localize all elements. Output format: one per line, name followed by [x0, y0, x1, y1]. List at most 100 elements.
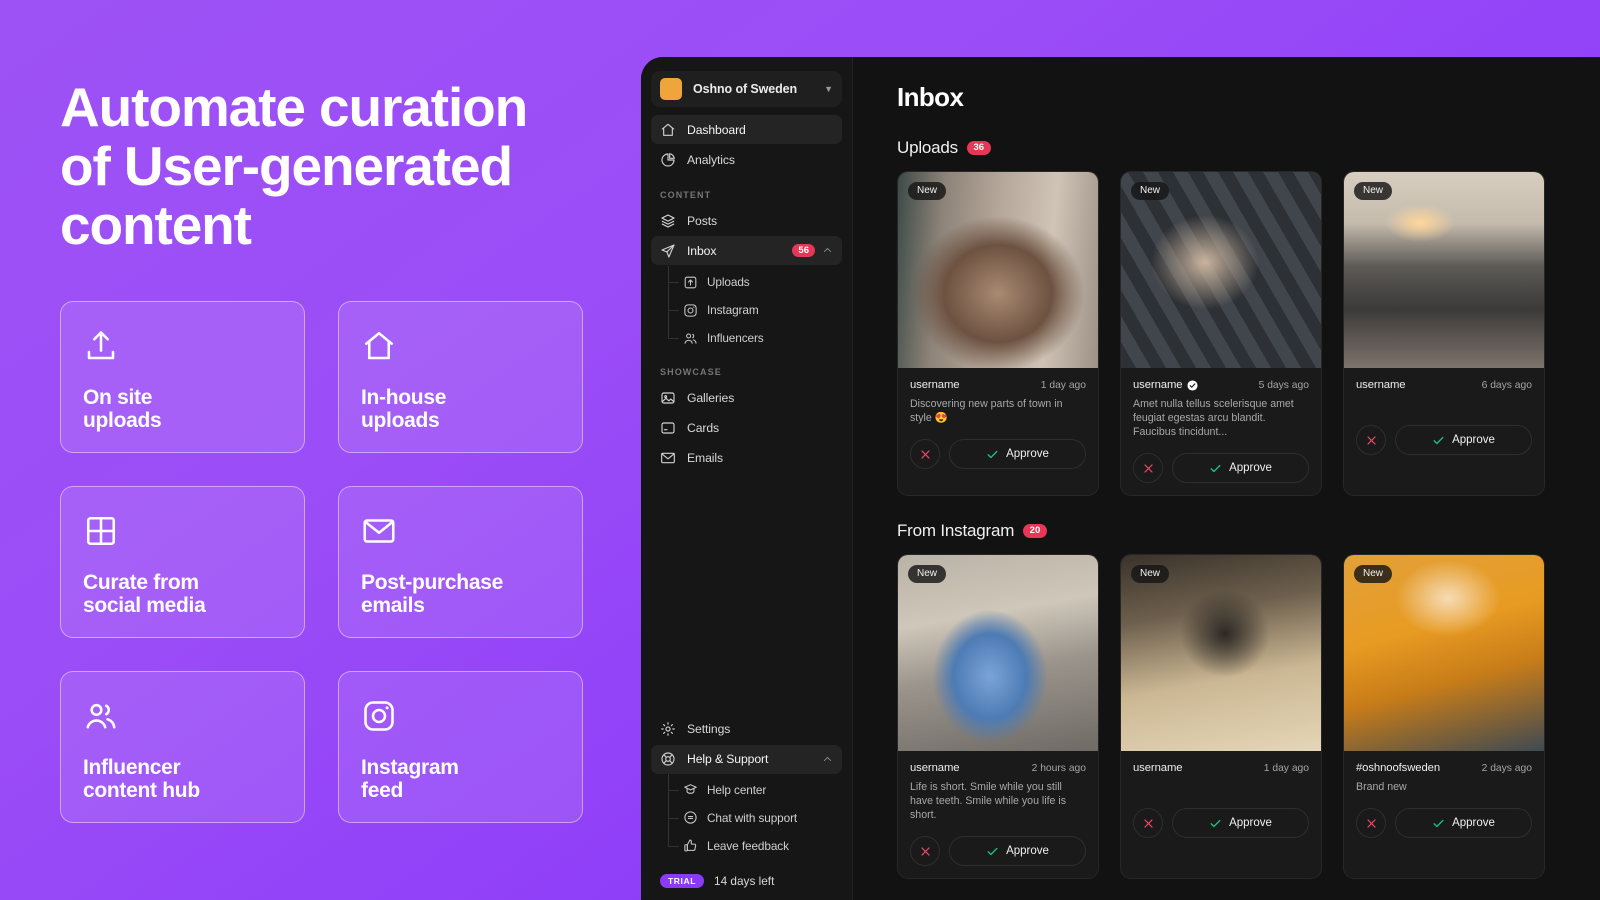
- card-username: username: [1133, 762, 1183, 774]
- page-title: Inbox: [897, 82, 964, 112]
- sidebar-item-dashboard[interactable]: Dashboard: [651, 115, 842, 144]
- card-row: New username 2 hours ago Life is short. Smi…: [897, 554, 1600, 879]
- reject-button[interactable]: [1356, 808, 1386, 838]
- card-meta: username 1 day ago: [1133, 762, 1309, 774]
- reject-button[interactable]: [1133, 453, 1163, 483]
- sidebar-item-settings[interactable]: Settings: [651, 715, 842, 744]
- feature-card-label: In-house uploads: [361, 386, 447, 432]
- content-card[interactable]: New username 2 hours ago Life is short. Smi…: [897, 554, 1099, 879]
- card-photo: [1121, 555, 1321, 751]
- content-card[interactable]: New username 5 days ago Amet nulla tellus s…: [1120, 171, 1322, 496]
- feature-card[interactable]: Influencer content hub: [60, 671, 305, 823]
- card-meta: username 6 days ago: [1356, 379, 1532, 391]
- chevron-up-icon[interactable]: [822, 754, 833, 765]
- approve-button-label: Approve: [1006, 845, 1049, 857]
- instagram-icon: [361, 698, 397, 734]
- feature-card[interactable]: Post-purchase emails: [338, 486, 583, 638]
- subnav-item-label: Leave feedback: [707, 838, 789, 853]
- card-timestamp: 1 day ago: [1263, 762, 1309, 774]
- card-meta: #oshnoofsweden 2 days ago: [1356, 762, 1532, 774]
- card-image[interactable]: New: [1344, 555, 1544, 751]
- content-card[interactable]: New username 1 day ago Approve: [1120, 554, 1322, 879]
- feature-card[interactable]: On site uploads: [60, 301, 305, 453]
- subnav-item-uploads[interactable]: Uploads: [668, 268, 842, 296]
- card-image[interactable]: New: [1344, 172, 1544, 368]
- card-photo: [1121, 172, 1321, 368]
- approve-button[interactable]: Approve: [1395, 808, 1532, 838]
- card-body: username 6 days ago Approve: [1344, 368, 1544, 495]
- sidebar-item-analytics[interactable]: Analytics: [651, 145, 842, 174]
- feature-card[interactable]: Curate from social media: [60, 486, 305, 638]
- card-image[interactable]: New: [898, 172, 1098, 368]
- sidebar-item-galleries[interactable]: Galleries: [651, 383, 842, 412]
- reject-button[interactable]: [910, 439, 940, 469]
- nav-item-label: Inbox: [687, 243, 717, 258]
- approve-button[interactable]: Approve: [949, 439, 1086, 469]
- chat-icon: [683, 810, 698, 825]
- feature-card[interactable]: Instagram feed: [338, 671, 583, 823]
- card-image[interactable]: New: [1121, 555, 1321, 751]
- content-card[interactable]: New username 6 days ago Approve: [1343, 171, 1545, 496]
- subnav-item-influencers[interactable]: Influencers: [668, 324, 842, 352]
- card-timestamp: 2 days ago: [1481, 762, 1532, 774]
- feature-grid: On site uploads In-house uploads Curate fr…: [60, 301, 590, 823]
- grid-icon: [83, 513, 119, 549]
- subnav-item-leave-feedback[interactable]: Leave feedback: [668, 832, 842, 860]
- card-caption: [1133, 780, 1309, 794]
- card-image[interactable]: New: [898, 555, 1098, 751]
- nav-item-label: Settings: [687, 722, 731, 736]
- inbox-subnav: Uploads Instagram Influencers: [651, 266, 842, 352]
- lifebuoy-icon: [660, 751, 676, 767]
- home-icon: [660, 122, 676, 138]
- subnav-item-instagram[interactable]: Instagram: [668, 296, 842, 324]
- feature-card-label: Influencer content hub: [83, 756, 200, 802]
- section-header-showcase: SHOWCASE: [660, 367, 722, 377]
- subnav-item-help-center[interactable]: Help center: [668, 776, 842, 804]
- nav-item-label: Galleries: [687, 390, 735, 405]
- graduation-cap-icon: [683, 782, 698, 797]
- approve-button[interactable]: Approve: [1395, 425, 1532, 455]
- card-meta: username 1 day ago: [910, 379, 1086, 391]
- reject-button[interactable]: [1133, 808, 1163, 838]
- card-username: username: [1133, 379, 1183, 391]
- card-actions: Approve: [1356, 425, 1532, 455]
- card-body: #oshnoofsweden 2 days ago Brand new Approve: [1344, 751, 1544, 878]
- subnav-item-label: Instagram: [707, 303, 759, 317]
- reject-button[interactable]: [1356, 425, 1386, 455]
- upload-box-icon: [683, 275, 698, 290]
- nav-item-label: Analytics: [687, 152, 735, 167]
- approve-button-label: Approve: [1452, 434, 1495, 446]
- approve-button[interactable]: Approve: [1172, 808, 1309, 838]
- sidebar-item-help-support[interactable]: Help & Support: [651, 744, 842, 774]
- section-count-badge: 36: [966, 140, 991, 156]
- chevron-up-icon[interactable]: [822, 245, 833, 256]
- send-icon: [660, 243, 676, 259]
- nav-item-label: Help & Support: [687, 752, 769, 766]
- users-icon: [683, 331, 698, 346]
- reject-button[interactable]: [910, 836, 940, 866]
- card-username: username: [910, 762, 960, 774]
- feature-card-label: On site uploads: [83, 386, 162, 432]
- sidebar-item-posts[interactable]: Posts: [651, 206, 842, 235]
- approve-button[interactable]: Approve: [949, 836, 1086, 866]
- card-actions: Approve: [910, 439, 1086, 469]
- section-title: Uploads: [897, 138, 958, 157]
- content-card[interactable]: New #oshnoofsweden 2 days ago Brand new Appr…: [1343, 554, 1545, 879]
- card-body: username 1 day ago Discovering new parts o…: [898, 368, 1098, 495]
- sidebar-item-cards[interactable]: Cards: [651, 413, 842, 442]
- sidebar-item-emails[interactable]: Emails: [651, 443, 842, 472]
- feature-card[interactable]: In-house uploads: [338, 301, 583, 453]
- sidebar-item-inbox[interactable]: Inbox 56: [651, 236, 842, 265]
- workspace-switcher[interactable]: Oshno of Sweden ▼: [651, 71, 842, 107]
- approve-button[interactable]: Approve: [1172, 453, 1309, 483]
- approve-button-label: Approve: [1452, 817, 1495, 829]
- content-card[interactable]: New username 1 day ago Discovering new part…: [897, 171, 1099, 496]
- card-caption: Discovering new parts of town in style 😍: [910, 398, 1063, 424]
- card-image[interactable]: New: [1121, 172, 1321, 368]
- new-badge: New: [1354, 182, 1393, 200]
- subnav-item-chat-with-support[interactable]: Chat with support: [668, 804, 842, 832]
- main-content: Inbox Uploads 36 New username 1 day ago Disco…: [853, 57, 1600, 900]
- card-body: username 2 hours ago Life is short. Smile …: [898, 751, 1098, 878]
- envelope-icon: [361, 513, 397, 549]
- card-photo: [898, 555, 1098, 751]
